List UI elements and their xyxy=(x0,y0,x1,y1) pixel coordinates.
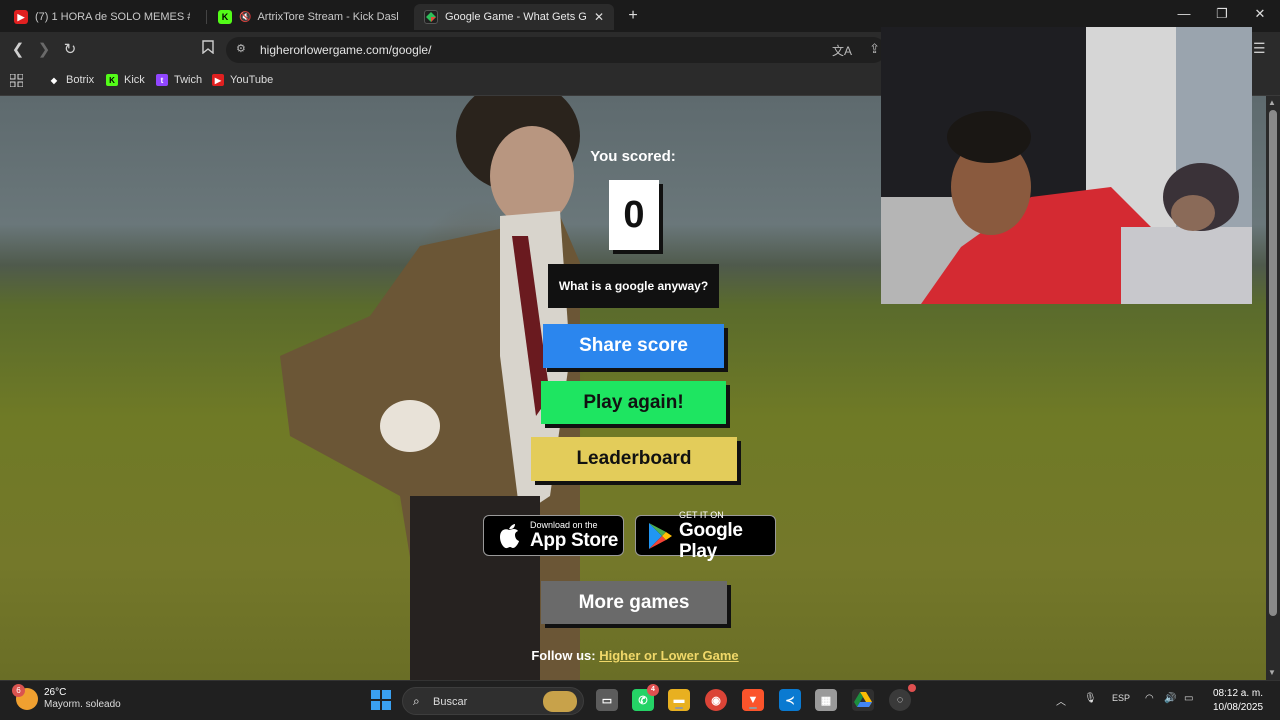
taskbar: 6 26°C Mayorm. soleado ⌕ Buscar ▭ ✆ 4 ▬ … xyxy=(0,680,1280,720)
microphone-icon[interactable]: 🎙 xyxy=(1084,693,1097,704)
clock-date: 10/08/2025 xyxy=(1212,702,1264,713)
tab-kick-dashboard[interactable]: K 🔇 ArtrixTore Stream - Kick Dashboa xyxy=(208,4,408,30)
muted-speaker-icon[interactable]: 🔇 xyxy=(239,12,251,23)
battery-icon[interactable]: ▭ xyxy=(1184,693,1193,704)
url-text[interactable]: higherorlowergame.com/google/ xyxy=(260,43,431,57)
address-bar[interactable]: ⚙ higherorlowergame.com/google/ 文A ⇪ xyxy=(226,37,886,63)
play-again-button[interactable]: Play again! xyxy=(541,381,726,424)
higher-lower-icon xyxy=(424,10,438,24)
bookmark-icon[interactable] xyxy=(198,40,218,60)
score-value: 0 xyxy=(609,180,659,250)
share-score-button[interactable]: Share score xyxy=(543,324,724,368)
bookmark-kick[interactable]: K Kick xyxy=(106,74,145,86)
tab-youtube[interactable]: ▶ (7) 1 HORA de SOLO MEMES #4 - Yo xyxy=(4,4,200,30)
temperature: 26°C xyxy=(44,687,67,698)
maximize-icon[interactable]: ❐ xyxy=(1212,6,1232,22)
google-drive-icon[interactable] xyxy=(852,689,874,711)
whatsapp-icon[interactable]: ✆ 4 xyxy=(632,684,659,711)
bookmark-label: Twich xyxy=(174,74,203,86)
weather-badge: 6 xyxy=(12,684,25,697)
reload-icon[interactable]: ↻ xyxy=(60,40,80,60)
clock-time: 08:12 a. m. xyxy=(1212,688,1264,699)
taskbar-search[interactable]: ⌕ Buscar xyxy=(402,687,584,715)
forward-icon[interactable]: ❯ xyxy=(34,40,54,60)
kick-icon: K xyxy=(218,10,232,24)
bookmark-twich[interactable]: t Twich xyxy=(156,74,202,86)
botrix-icon: ◆ xyxy=(50,75,58,85)
weather-widget[interactable]: 6 26°C Mayorm. soleado xyxy=(12,684,121,711)
tab-separator xyxy=(206,10,207,24)
google-play-badge[interactable]: GET IT ON Google Play xyxy=(635,510,776,562)
vscode-icon[interactable]: ≺ xyxy=(779,689,801,711)
app-store-small-text: Download on the xyxy=(530,520,598,530)
recording-dot-icon xyxy=(908,684,916,692)
volume-icon[interactable]: 🔊 xyxy=(1164,693,1176,704)
result-message: What is a google anyway? xyxy=(548,264,719,308)
bookmark-label: YouTube xyxy=(230,74,274,86)
calculator-icon[interactable]: ▦ xyxy=(815,689,837,711)
apps-grid-icon[interactable] xyxy=(10,74,23,87)
follow-link[interactable]: Higher or Lower Game xyxy=(599,648,738,663)
follow-label: Follow us: xyxy=(531,648,596,663)
google-play-small-text: GET IT ON xyxy=(679,509,724,520)
minimize-icon[interactable]: — xyxy=(1174,6,1194,21)
chrome-icon[interactable]: ◉ xyxy=(705,689,727,711)
scroll-down-icon[interactable]: ▼ xyxy=(1268,668,1276,677)
app-store-badge[interactable]: Download on the App Store xyxy=(483,515,624,556)
search-label: Buscar xyxy=(433,696,468,708)
leaderboard-button[interactable]: Leaderboard xyxy=(531,437,737,481)
youtube-icon: ▶ xyxy=(212,74,224,86)
tab-title: ArtrixTore Stream - Kick Dashboa xyxy=(257,11,398,23)
webcam-image xyxy=(881,27,1252,304)
translate-icon[interactable]: 文A xyxy=(832,42,852,59)
tab-google-game[interactable]: Google Game - What Gets Goog ✕ xyxy=(414,4,614,30)
follow-us: Follow us: Higher or Lower Game xyxy=(490,648,780,663)
show-hidden-icons-icon[interactable]: ︿ xyxy=(1056,693,1066,708)
tab-title: (7) 1 HORA de SOLO MEMES #4 - Yo xyxy=(35,11,190,23)
new-tab-button[interactable]: + xyxy=(624,6,642,26)
bookmark-youtube[interactable]: ▶ YouTube xyxy=(212,74,273,86)
tab-title: Google Game - What Gets Goog xyxy=(445,11,586,23)
search-icon: ⌕ xyxy=(413,694,420,708)
bookmark-botrix[interactable]: ◆ Botrix xyxy=(48,74,94,86)
close-tab-icon[interactable]: ✕ xyxy=(594,10,604,24)
google-play-big-text: Google Play xyxy=(679,519,743,562)
twitch-icon: t xyxy=(156,74,168,86)
google-play-icon xyxy=(646,521,673,551)
share-icon[interactable]: ⇪ xyxy=(869,41,880,57)
scroll-up-icon[interactable]: ▲ xyxy=(1268,98,1276,107)
background-figure-image xyxy=(280,96,580,680)
brave-icon[interactable]: ▼ xyxy=(742,689,764,711)
language-indicator[interactable]: ESP xyxy=(1112,693,1130,703)
app-store-big-text: App Store xyxy=(530,530,619,551)
obs-icon[interactable]: ◌ xyxy=(889,684,916,711)
back-icon[interactable]: ❮ xyxy=(8,40,28,60)
whatsapp-badge: 4 xyxy=(647,684,659,696)
wifi-icon[interactable]: ◠ xyxy=(1145,693,1154,704)
weather-sun-icon: 6 xyxy=(12,684,38,710)
bookmark-label: Kick xyxy=(124,74,145,86)
task-view-icon[interactable]: ▭ xyxy=(596,689,618,711)
menu-icon[interactable]: ☰ xyxy=(1253,40,1266,57)
windows-start-icon[interactable] xyxy=(371,690,391,710)
bookmark-label: Botrix xyxy=(66,74,95,86)
page-scrollbar[interactable]: ▲ ▼ xyxy=(1266,96,1280,680)
scroll-thumb[interactable] xyxy=(1269,110,1277,616)
weather-condition: Mayorm. soleado xyxy=(44,699,121,710)
score-label: You scored: xyxy=(590,148,676,165)
more-games-button[interactable]: More games xyxy=(541,581,727,624)
file-explorer-icon[interactable]: ▬ xyxy=(668,689,690,711)
youtube-icon: ▶ xyxy=(14,10,28,24)
system-clock[interactable]: 08:12 a. m. 10/08/2025 xyxy=(1206,687,1270,715)
search-highlight-icon xyxy=(543,691,577,712)
close-window-icon[interactable]: ✕ xyxy=(1250,6,1270,22)
webcam-overlay xyxy=(881,27,1252,304)
kick-icon: K xyxy=(106,74,118,86)
site-settings-icon[interactable]: ⚙ xyxy=(236,42,246,55)
apple-icon xyxy=(494,521,524,551)
